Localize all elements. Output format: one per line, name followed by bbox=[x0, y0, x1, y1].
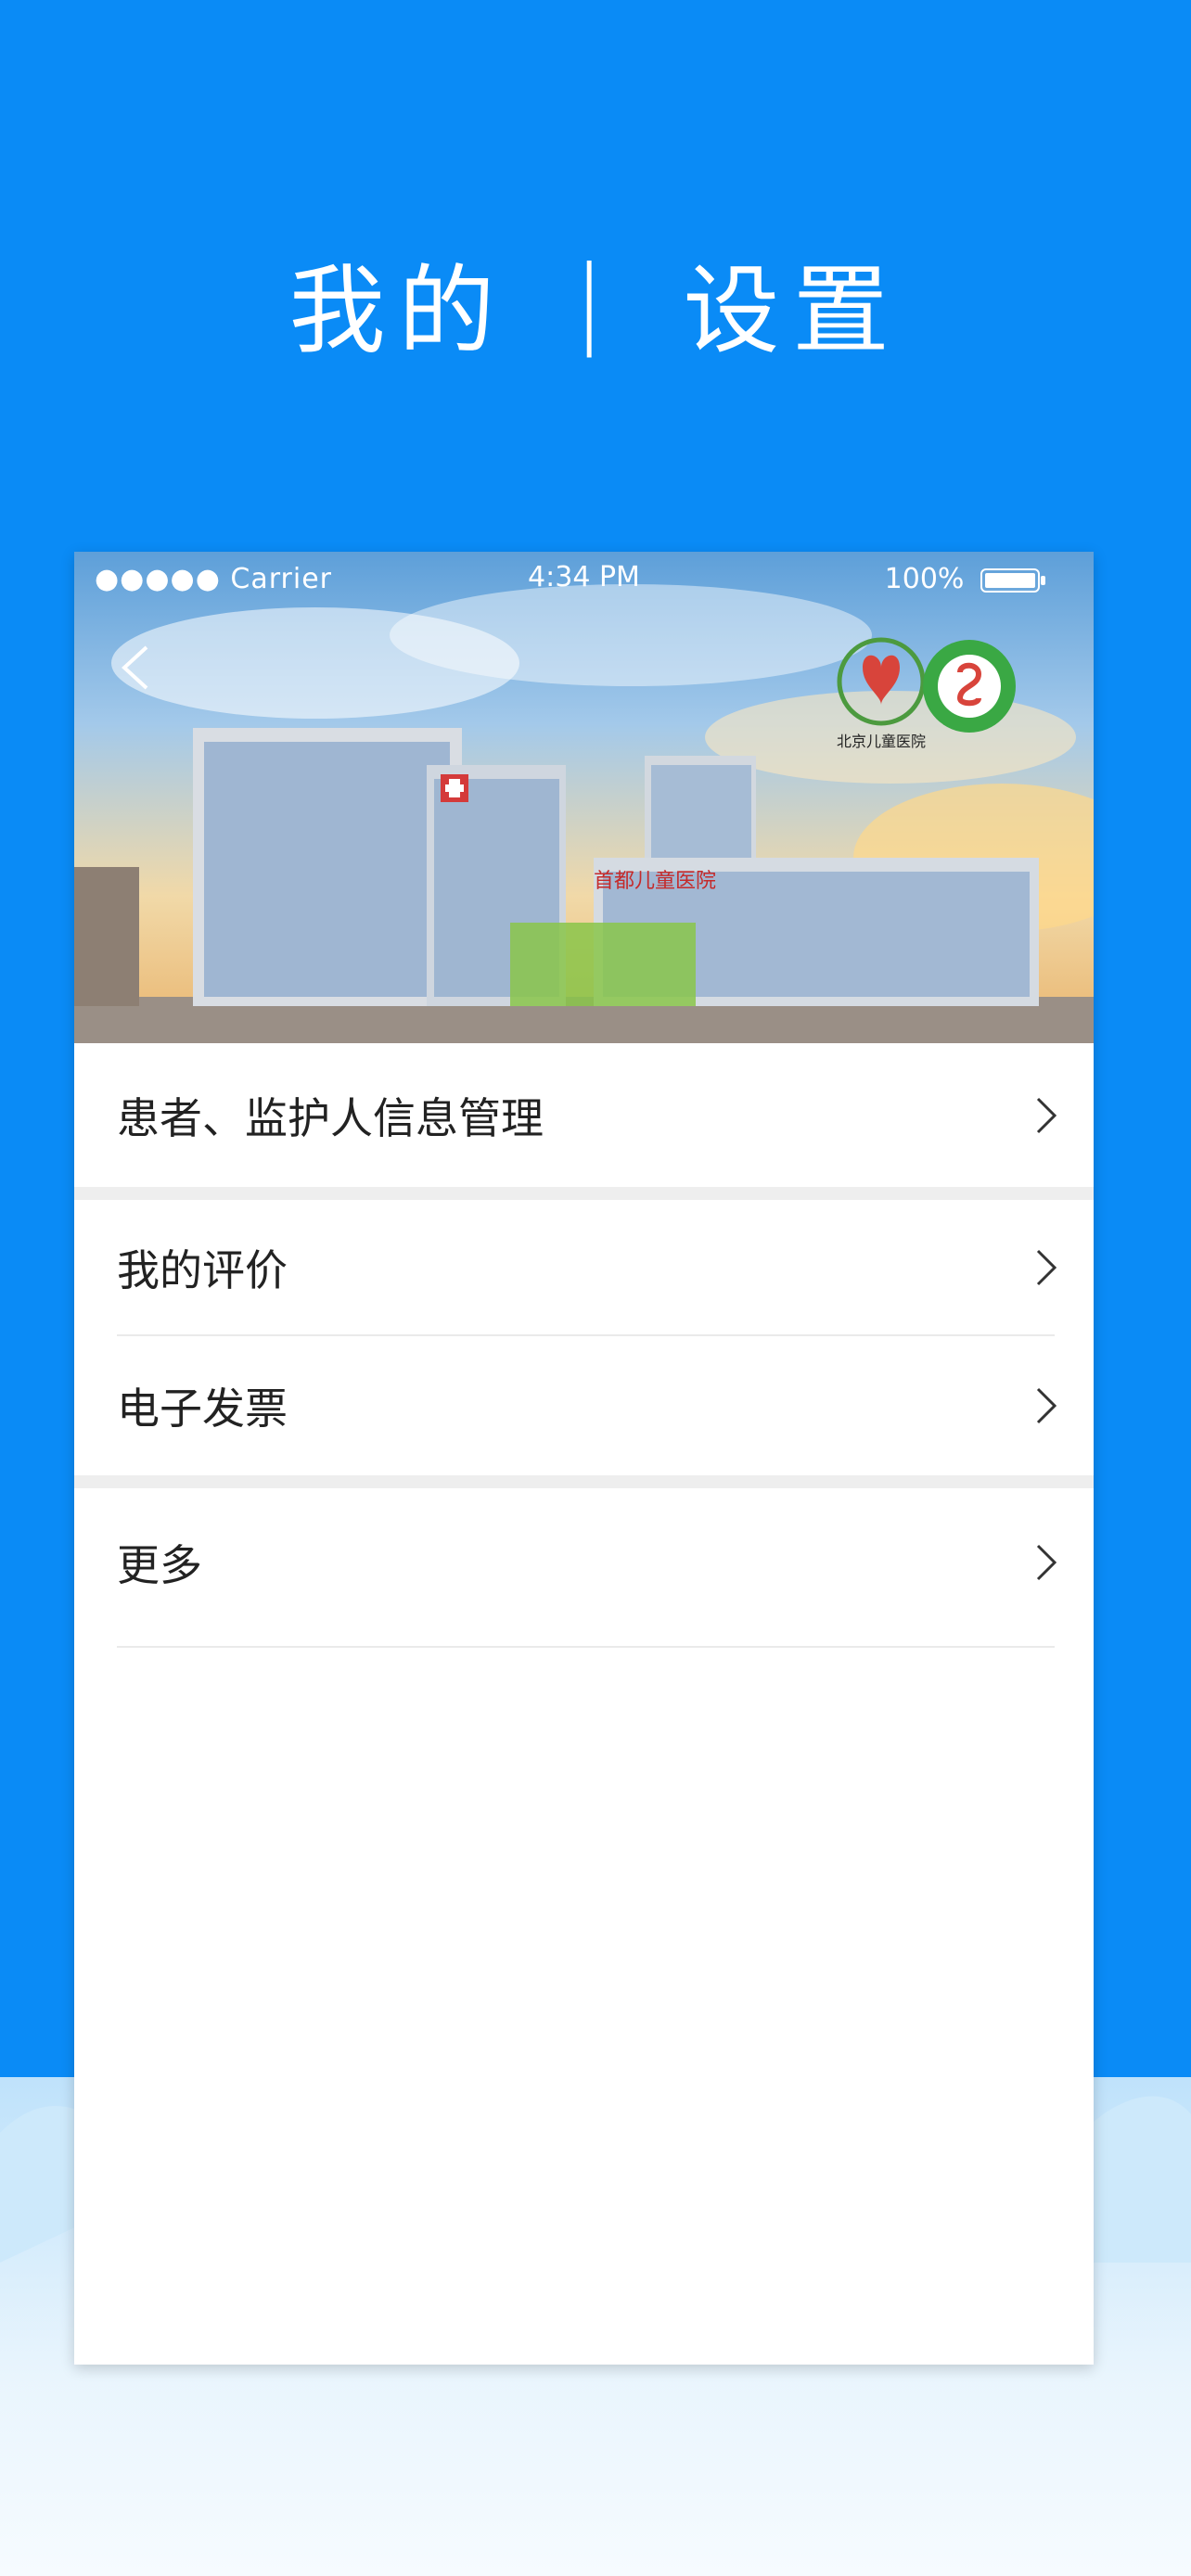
hospital-logo-right bbox=[923, 640, 1016, 733]
divider bbox=[117, 1646, 1055, 1648]
battery-icon bbox=[980, 567, 1045, 593]
menu-item-patient-guardian[interactable]: 患者、监护人信息管理 bbox=[74, 1043, 1094, 1187]
menu-item-label: 电子发票 bbox=[117, 1384, 288, 1434]
section-gap bbox=[74, 1187, 1094, 1200]
status-battery-text: 100% bbox=[884, 563, 965, 595]
promo-title-left: 我的 bbox=[288, 253, 508, 367]
promo-title: 我的 | 设置 bbox=[0, 232, 1191, 371]
section-gap bbox=[74, 1475, 1094, 1488]
chevron-right-icon bbox=[1036, 1544, 1057, 1581]
menu-item-e-invoice[interactable]: 电子发票 bbox=[74, 1336, 1094, 1475]
promo-title-right: 设置 bbox=[683, 253, 903, 367]
phone-screen: 首都儿童医院 北京儿童医院 ●●●●● Carrier 4:34 PM 100% bbox=[74, 552, 1094, 2365]
menu-item-label: 患者、监护人信息管理 bbox=[117, 1092, 544, 1143]
building-sign: 首都儿童医院 bbox=[594, 870, 716, 893]
promo-title-separator: | bbox=[572, 245, 619, 358]
menu-item-label: 更多 bbox=[117, 1540, 202, 1590]
back-chevron-left-icon[interactable] bbox=[111, 640, 158, 695]
chevron-right-icon bbox=[1036, 1387, 1057, 1424]
hospital-banner: 首都儿童医院 北京儿童医院 ●●●●● Carrier 4:34 PM 100% bbox=[74, 552, 1094, 1043]
logo-text: 北京儿童医院 bbox=[837, 733, 926, 750]
status-bar: ●●●●● Carrier 4:34 PM 100% bbox=[74, 552, 1094, 607]
menu-item-more[interactable]: 更多 bbox=[74, 1488, 1094, 1637]
chevron-right-icon bbox=[1036, 1097, 1057, 1133]
menu-item-label: 我的评价 bbox=[117, 1244, 288, 1295]
status-battery: 100% bbox=[885, 563, 1047, 595]
menu-item-my-reviews[interactable]: 我的评价 bbox=[74, 1200, 1094, 1334]
chevron-right-icon bbox=[1036, 1249, 1057, 1285]
